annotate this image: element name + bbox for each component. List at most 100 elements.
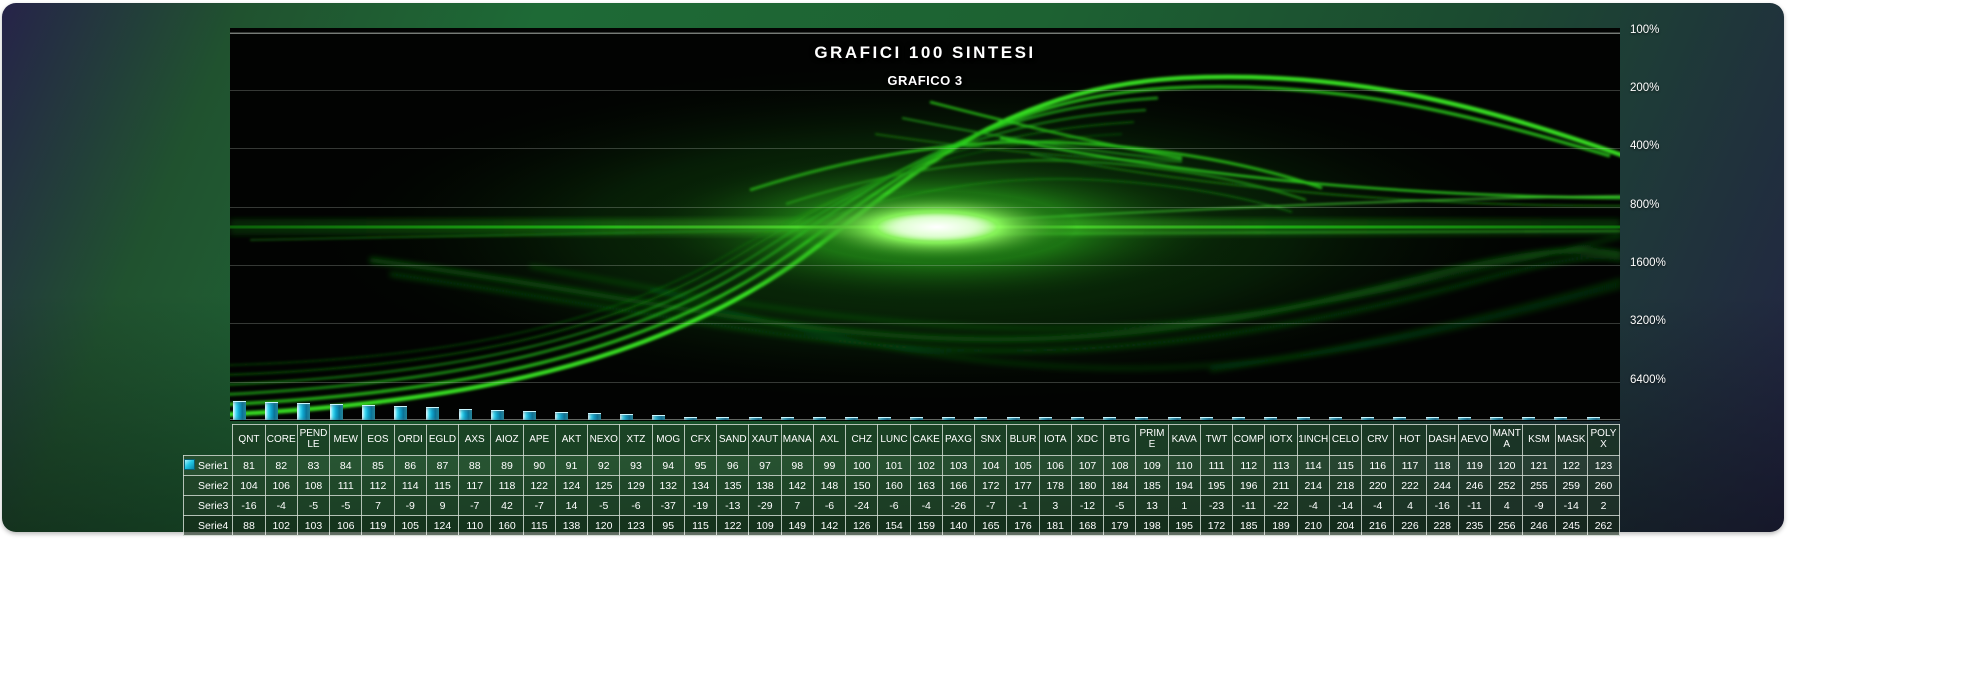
cell-CELO-serie3[interactable]: -14: [1329, 496, 1361, 516]
cell-LUNC-serie2[interactable]: 160: [878, 476, 910, 496]
cell-IOTX-serie2[interactable]: 211: [1265, 476, 1297, 496]
cell-MANA-serie3[interactable]: 7: [781, 496, 813, 516]
col-header-CORE[interactable]: CORE: [265, 425, 297, 456]
cell-MOG-serie1[interactable]: 94: [652, 456, 684, 476]
cell-IOTA-serie3[interactable]: 3: [1039, 496, 1071, 516]
cell-NEXO-serie3[interactable]: -5: [588, 496, 620, 516]
cell-XTZ-serie2[interactable]: 129: [620, 476, 652, 496]
cell-XDC-serie4[interactable]: 168: [1071, 516, 1103, 536]
cell-AIOZ-serie2[interactable]: 118: [491, 476, 523, 496]
cell-DASH-serie3[interactable]: -16: [1426, 496, 1458, 516]
cell-EGLD-serie1[interactable]: 87: [426, 456, 458, 476]
cell-SAND-serie3[interactable]: -13: [717, 496, 749, 516]
cell-DASH-serie1[interactable]: 118: [1426, 456, 1458, 476]
bar-ORDI[interactable]: [394, 406, 407, 420]
col-header-CAKE[interactable]: CAKE: [910, 425, 942, 456]
cell-MASK-serie3[interactable]: -14: [1555, 496, 1587, 516]
bar-SAND[interactable]: [716, 417, 729, 420]
bar-DASH[interactable]: [1426, 417, 1439, 420]
cell-KAVA-serie3[interactable]: 1: [1168, 496, 1200, 516]
cell-KSM-serie4[interactable]: 246: [1523, 516, 1555, 536]
cell-PENDLE-serie2[interactable]: 108: [297, 476, 329, 496]
cell-APE-serie1[interactable]: 90: [523, 456, 555, 476]
cell-MASK-serie1[interactable]: 122: [1555, 456, 1587, 476]
bar-CAKE[interactable]: [910, 417, 923, 420]
cell-XAUT-serie3[interactable]: -29: [749, 496, 781, 516]
cell-AEVO-serie1[interactable]: 119: [1458, 456, 1490, 476]
cell-1INCH-serie1[interactable]: 114: [1297, 456, 1329, 476]
cell-PENDLE-serie4[interactable]: 103: [297, 516, 329, 536]
cell-CELO-serie2[interactable]: 218: [1329, 476, 1361, 496]
bar-AXS[interactable]: [459, 409, 472, 420]
cell-KAVA-serie1[interactable]: 110: [1168, 456, 1200, 476]
cell-MANA-serie4[interactable]: 149: [781, 516, 813, 536]
cell-XDC-serie2[interactable]: 180: [1071, 476, 1103, 496]
bar-MOG[interactable]: [652, 415, 665, 420]
bar-1INCH[interactable]: [1297, 417, 1310, 420]
cell-COMP-serie1[interactable]: 112: [1233, 456, 1265, 476]
col-header-1INCH[interactable]: 1INCH: [1297, 425, 1329, 456]
cell-MEW-serie3[interactable]: -5: [330, 496, 362, 516]
col-header-XTZ[interactable]: XTZ: [620, 425, 652, 456]
col-header-AEVO[interactable]: AEVO: [1458, 425, 1490, 456]
cell-XTZ-serie3[interactable]: -6: [620, 496, 652, 516]
cell-HOT-serie4[interactable]: 226: [1394, 516, 1426, 536]
cell-DASH-serie2[interactable]: 244: [1426, 476, 1458, 496]
cell-CRV-serie3[interactable]: -4: [1362, 496, 1394, 516]
cell-AKT-serie4[interactable]: 138: [555, 516, 587, 536]
cell-AXS-serie4[interactable]: 110: [459, 516, 491, 536]
cell-XDC-serie1[interactable]: 107: [1071, 456, 1103, 476]
cell-MANTA-serie1[interactable]: 120: [1491, 456, 1523, 476]
data-table[interactable]: QNTCOREPENDLEMEWEOSORDIEGLDAXSAIOZAPEAKT…: [183, 424, 1620, 536]
bar-MANTA[interactable]: [1490, 417, 1503, 420]
bar-AXL[interactable]: [813, 417, 826, 420]
col-header-KAVA[interactable]: KAVA: [1168, 425, 1200, 456]
cell-HOT-serie1[interactable]: 117: [1394, 456, 1426, 476]
cell-CORE-serie4[interactable]: 102: [265, 516, 297, 536]
cell-CAKE-serie1[interactable]: 102: [910, 456, 942, 476]
col-header-MASK[interactable]: MASK: [1555, 425, 1587, 456]
cell-COMP-serie3[interactable]: -11: [1233, 496, 1265, 516]
cell-MEW-serie2[interactable]: 111: [330, 476, 362, 496]
cell-EOS-serie2[interactable]: 112: [362, 476, 394, 496]
cell-PRIME-serie2[interactable]: 185: [1136, 476, 1168, 496]
cell-LUNC-serie3[interactable]: -6: [878, 496, 910, 516]
cell-CHZ-serie3[interactable]: -24: [846, 496, 878, 516]
cell-AXL-serie3[interactable]: -6: [813, 496, 845, 516]
cell-NEXO-serie1[interactable]: 92: [588, 456, 620, 476]
cell-KAVA-serie2[interactable]: 194: [1168, 476, 1200, 496]
cell-AXL-serie4[interactable]: 142: [813, 516, 845, 536]
cell-1INCH-serie3[interactable]: -4: [1297, 496, 1329, 516]
bar-IOTX[interactable]: [1264, 417, 1277, 420]
cell-POLYX-serie3[interactable]: 2: [1587, 496, 1619, 516]
col-header-HOT[interactable]: HOT: [1394, 425, 1426, 456]
cell-CRV-serie4[interactable]: 216: [1362, 516, 1394, 536]
cell-AXL-serie1[interactable]: 99: [813, 456, 845, 476]
col-header-APE[interactable]: APE: [523, 425, 555, 456]
col-header-SNX[interactable]: SNX: [975, 425, 1007, 456]
cell-SNX-serie1[interactable]: 104: [975, 456, 1007, 476]
col-header-LUNC[interactable]: LUNC: [878, 425, 910, 456]
bar-NEXO[interactable]: [588, 413, 601, 420]
cell-CHZ-serie1[interactable]: 100: [846, 456, 878, 476]
col-header-IOTA[interactable]: IOTA: [1039, 425, 1071, 456]
col-header-AKT[interactable]: AKT: [555, 425, 587, 456]
bar-XTZ[interactable]: [620, 414, 633, 420]
cell-MANA-serie1[interactable]: 98: [781, 456, 813, 476]
bar-CORE[interactable]: [265, 402, 278, 420]
col-header-PENDLE[interactable]: PENDLE: [297, 425, 329, 456]
cell-ORDI-serie3[interactable]: -9: [394, 496, 426, 516]
bar-PRIME[interactable]: [1135, 417, 1148, 420]
cell-MASK-serie4[interactable]: 245: [1555, 516, 1587, 536]
col-header-CELO[interactable]: CELO: [1329, 425, 1361, 456]
cell-MANTA-serie3[interactable]: 4: [1491, 496, 1523, 516]
cell-CORE-serie2[interactable]: 106: [265, 476, 297, 496]
chart-area[interactable]: GRAFICI 100 SINTESI GRAFICO 3: [230, 28, 1620, 421]
bar-AKT[interactable]: [555, 412, 568, 420]
cell-KSM-serie3[interactable]: -9: [1523, 496, 1555, 516]
cell-AEVO-serie3[interactable]: -11: [1458, 496, 1490, 516]
bar-HOT[interactable]: [1393, 417, 1406, 420]
cell-COMP-serie4[interactable]: 185: [1233, 516, 1265, 536]
cell-AEVO-serie4[interactable]: 235: [1458, 516, 1490, 536]
bar-CFX[interactable]: [684, 417, 697, 420]
